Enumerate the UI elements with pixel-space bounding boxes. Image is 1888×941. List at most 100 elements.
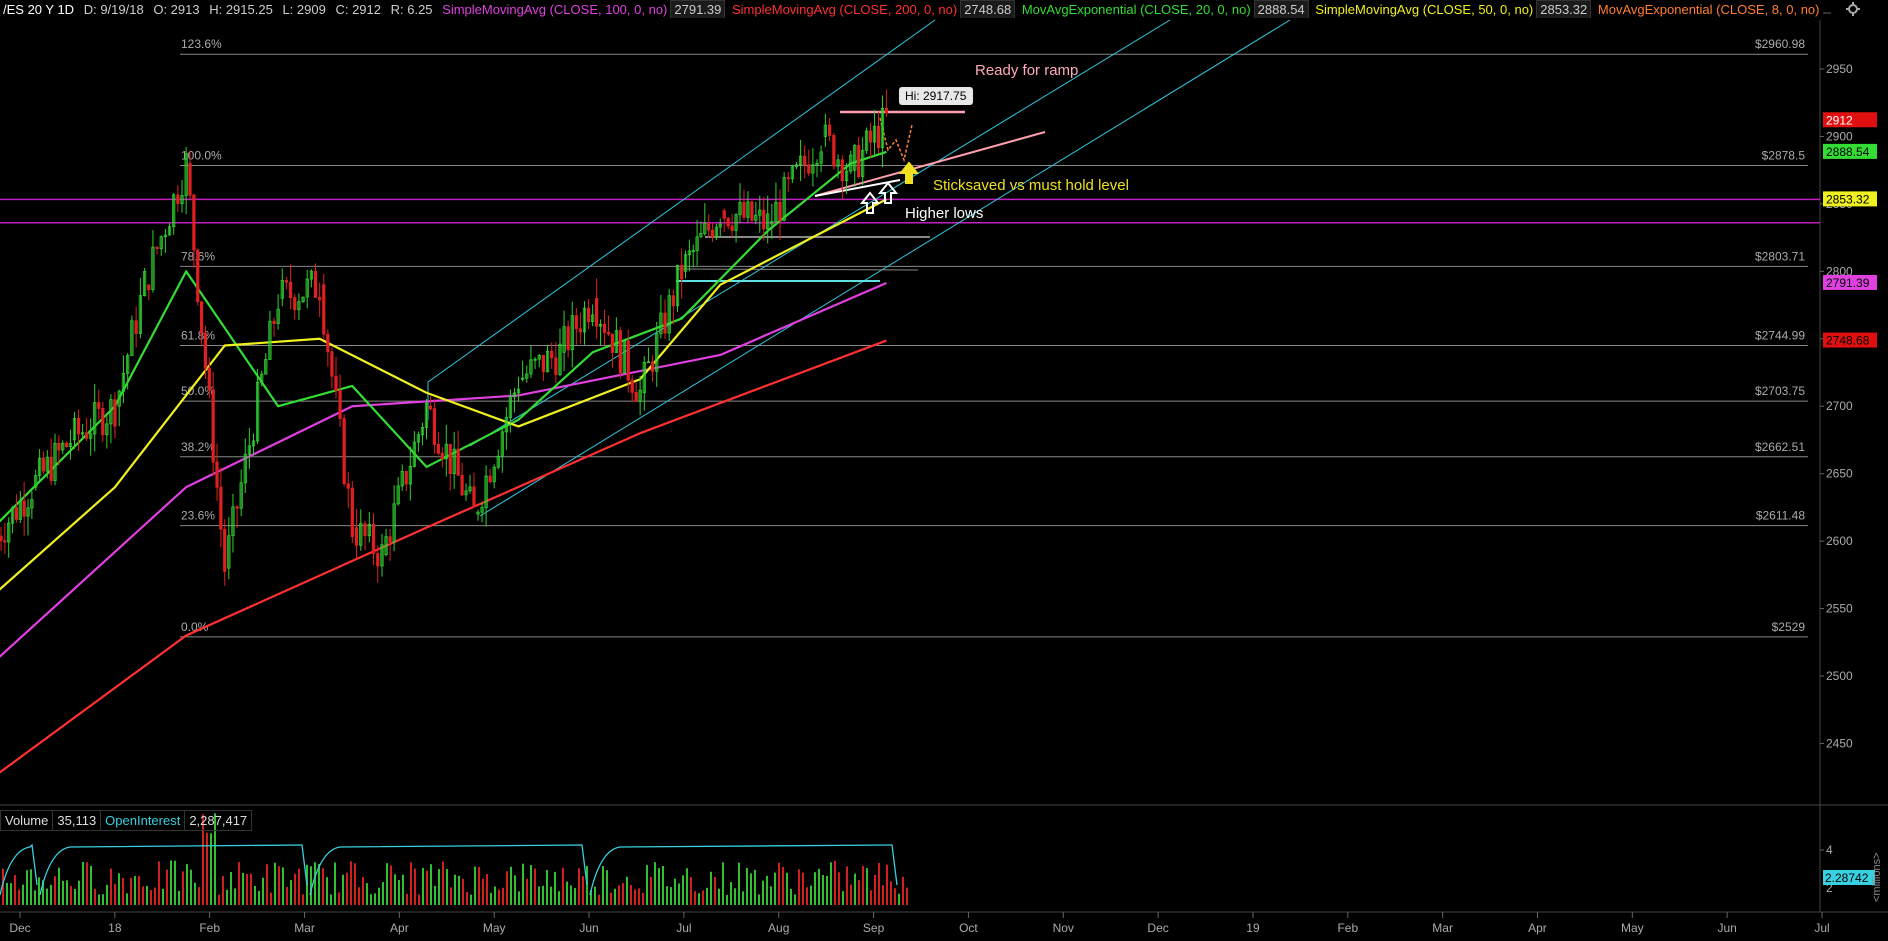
volume-bar xyxy=(846,866,848,905)
volume-bar xyxy=(86,862,88,905)
volume-bar xyxy=(518,891,520,905)
volume-bar xyxy=(642,892,644,905)
volume-bar xyxy=(790,888,792,905)
price-marker-label: 2888.54 xyxy=(1826,145,1870,159)
volume-bar xyxy=(826,875,828,905)
moving-average-line xyxy=(0,339,887,774)
volume-bar xyxy=(170,860,172,905)
volume-bar xyxy=(482,878,484,905)
time-axis-label: Dec xyxy=(9,921,30,935)
candle-body xyxy=(456,448,460,476)
candle-body xyxy=(176,194,180,204)
volume-label[interactable]: Volume xyxy=(0,810,53,831)
volume-bar xyxy=(702,890,704,905)
volume-bar xyxy=(830,862,832,905)
volume-bar xyxy=(686,868,688,905)
volume-bar xyxy=(506,871,508,905)
candle-body xyxy=(22,500,26,517)
volume-bar xyxy=(446,869,448,905)
volume-bar xyxy=(22,884,24,905)
candle-body xyxy=(610,333,615,353)
volume-bar xyxy=(10,883,12,905)
volume-bar xyxy=(466,892,468,905)
volume-bar xyxy=(862,865,864,905)
candle-body xyxy=(488,475,492,483)
volume-bar xyxy=(662,865,664,905)
candle-body xyxy=(884,107,888,114)
candle-body xyxy=(710,229,715,238)
volume-bar xyxy=(822,874,824,905)
volume-bar xyxy=(650,877,652,905)
volume-bar xyxy=(654,862,656,905)
candle-body xyxy=(876,125,881,149)
volume-bar xyxy=(354,863,356,905)
time-axis-label: Mar xyxy=(294,921,315,935)
candle-body xyxy=(134,320,138,334)
volume-bar xyxy=(438,869,440,905)
volume-bar xyxy=(762,880,764,905)
volume-bar xyxy=(906,887,908,905)
open-interest-label[interactable]: OpenInterest xyxy=(100,810,185,831)
volume-bar xyxy=(606,870,608,905)
volume-bar xyxy=(70,886,72,905)
candle-body xyxy=(76,418,81,435)
volume-bar xyxy=(558,891,560,905)
volume-bar xyxy=(758,894,760,905)
time-axis-label: Aug xyxy=(768,921,789,935)
volume-bar xyxy=(370,894,372,905)
volume-bar xyxy=(670,887,672,905)
volume-bar xyxy=(302,894,304,905)
volume-bar xyxy=(290,880,292,905)
candle-body xyxy=(541,354,545,373)
volume-bar xyxy=(198,887,200,905)
volume-bar xyxy=(810,885,812,905)
candle-body xyxy=(595,297,599,327)
volume-bar xyxy=(154,887,156,905)
support-line xyxy=(675,268,919,271)
volume-bar xyxy=(658,868,660,905)
volume-bar xyxy=(34,890,36,905)
volume-bar xyxy=(162,888,164,905)
volume-bar xyxy=(858,880,860,905)
volume-bar xyxy=(474,866,476,905)
volume-bar xyxy=(614,888,616,905)
candle-body xyxy=(432,408,437,445)
candle-body xyxy=(363,523,367,537)
volume-bar xyxy=(250,873,252,905)
volume-bar xyxy=(562,867,564,905)
fib-price-label: $2803.71 xyxy=(1755,249,1805,263)
volume-bar xyxy=(510,866,512,905)
time-axis-label: May xyxy=(1621,921,1644,935)
volume-bar xyxy=(854,873,856,905)
candle-body xyxy=(602,323,607,333)
volume-bar xyxy=(898,893,900,905)
volume-bar xyxy=(218,894,220,905)
candle-body xyxy=(196,249,200,303)
candle-body xyxy=(680,264,684,280)
volume-bar xyxy=(182,871,184,905)
volume-bar xyxy=(246,873,248,905)
candle-body xyxy=(207,367,211,391)
volume-bar xyxy=(814,872,816,905)
candle-body xyxy=(288,281,293,299)
candle-body xyxy=(334,375,338,391)
volume-bar xyxy=(602,866,604,905)
time-axis-label: Apr xyxy=(390,921,409,935)
volume-bar xyxy=(422,868,424,905)
volume-bar xyxy=(706,887,708,905)
time-axis-label: Jul xyxy=(676,921,691,935)
candle-body xyxy=(448,443,452,475)
volume-bar xyxy=(690,877,692,905)
candle-body xyxy=(827,124,832,136)
volume-bar xyxy=(6,882,8,905)
price-chart[interactable]: 123.6%$2960.98100.0%$2878.578.6%$2803.71… xyxy=(0,0,1888,941)
price-axis-label: 2450 xyxy=(1826,736,1853,750)
volume-bar xyxy=(502,887,504,905)
volume-bar xyxy=(806,887,808,905)
volume-bar xyxy=(226,889,228,905)
volume-bar xyxy=(842,891,844,905)
volume-bar xyxy=(106,884,108,905)
moving-average-line xyxy=(879,117,913,163)
volume-bar xyxy=(222,876,224,905)
candle-body xyxy=(318,296,322,301)
